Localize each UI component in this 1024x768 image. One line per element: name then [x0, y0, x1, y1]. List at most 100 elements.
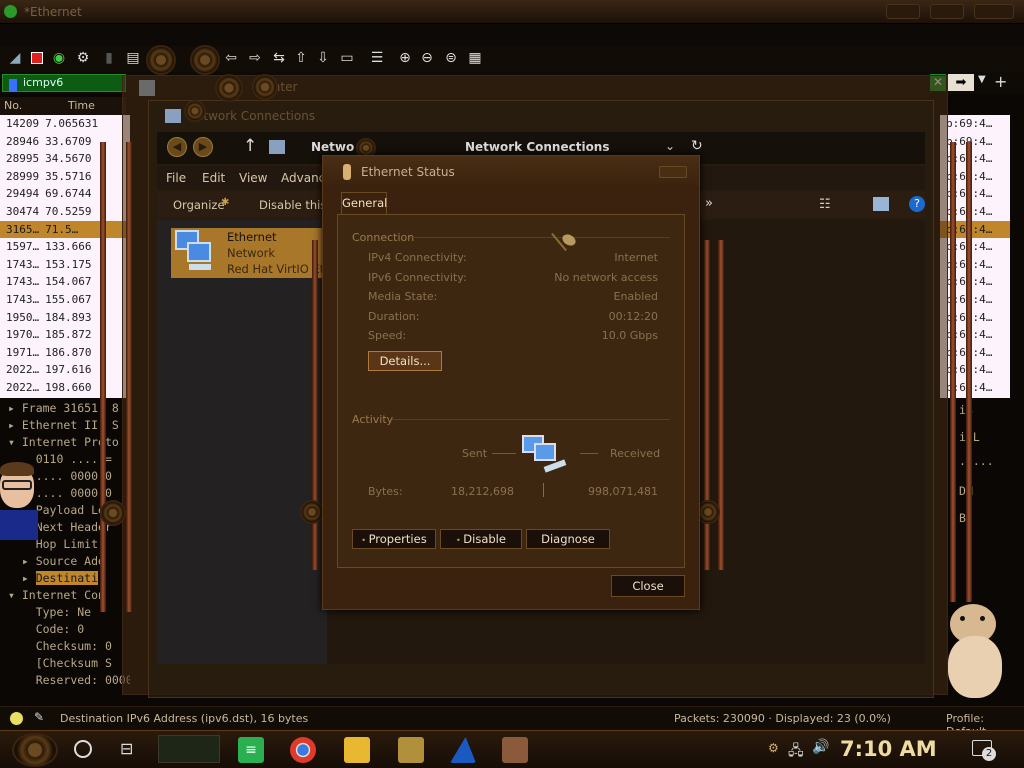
- capture-options-icon[interactable]: ⚙: [74, 49, 92, 67]
- dialog-close-button[interactable]: [659, 166, 687, 178]
- shark-fin-icon[interactable]: ◢: [6, 49, 24, 67]
- table-row[interactable]: 3165… 71.5…: [0, 220, 130, 239]
- change-view-icon[interactable]: ☷: [819, 197, 831, 212]
- tree-expander-icon[interactable]: ▸: [8, 401, 22, 415]
- start-button-icon[interactable]: [12, 733, 58, 767]
- menu-view[interactable]: View: [239, 171, 267, 185]
- minimize-button[interactable]: [886, 4, 920, 19]
- tray-gear-icon[interactable]: ⚙: [768, 741, 779, 755]
- table-row[interactable]: 1950… 184.893: [0, 309, 130, 327]
- table-row[interactable]: 14209 7.065631: [0, 115, 130, 133]
- task-view-icon[interactable]: ⊟: [120, 739, 133, 758]
- go-back-icon[interactable]: ⇦: [222, 49, 240, 67]
- menu-file[interactable]: File: [166, 171, 186, 185]
- up-button-icon[interactable]: ↑: [243, 136, 257, 156]
- preview-pane-icon[interactable]: [873, 197, 889, 211]
- add-filter-button-icon[interactable]: +: [994, 72, 1010, 92]
- details-button[interactable]: Details...: [368, 351, 442, 371]
- taskbar-clock[interactable]: 7:10 AM: [840, 737, 937, 761]
- wireshark-fin-icon[interactable]: [450, 737, 476, 763]
- bookmark-icon[interactable]: [9, 79, 17, 92]
- detail-row[interactable]: Reserved: 00000: [0, 672, 130, 689]
- detail-row[interactable]: ▸ Frame 31651: 8: [0, 400, 130, 417]
- chrome-icon[interactable]: [290, 737, 316, 763]
- table-row[interactable]: 2022… 197.616: [0, 361, 130, 379]
- tree-expander-icon[interactable]: [8, 673, 36, 687]
- table-row[interactable]: 28995 34.5670: [0, 150, 130, 168]
- menu-edit[interactable]: Edit: [202, 171, 225, 185]
- more-commands-chevron-icon[interactable]: »: [705, 196, 713, 211]
- table-row[interactable]: 1971… 186.870: [0, 344, 130, 362]
- table-row[interactable]: 1970… 185.872: [0, 326, 130, 344]
- autoscroll-icon[interactable]: ▭: [338, 49, 356, 67]
- detail-row[interactable]: [Checksum S: [0, 655, 130, 672]
- col-time[interactable]: Time: [68, 99, 95, 112]
- table-row[interactable]: 1743… 153.175: [0, 256, 130, 274]
- last-packet-icon[interactable]: ⇩: [314, 49, 332, 67]
- detail-row[interactable]: ▾ Internet Con: [0, 587, 130, 604]
- detail-row[interactable]: Code: 0: [0, 621, 130, 638]
- help-icon[interactable]: ?: [909, 196, 925, 212]
- tree-expander-icon[interactable]: [8, 639, 36, 653]
- detail-row[interactable]: ▾ Internet Proto: [0, 434, 130, 451]
- maximize-button[interactable]: [930, 4, 964, 19]
- go-forward-icon[interactable]: ⇨: [246, 49, 264, 67]
- zoom-out-icon[interactable]: ⊖: [418, 49, 436, 67]
- tree-expander-icon[interactable]: [8, 656, 36, 670]
- app-icon-character[interactable]: [502, 737, 528, 763]
- table-row[interactable]: 1743… 154.067: [0, 273, 130, 291]
- normal-size-icon[interactable]: ⊜: [442, 49, 460, 67]
- detail-row[interactable]: Checksum: 0: [0, 638, 130, 655]
- properties-button[interactable]: • Properties: [352, 529, 436, 549]
- organize-button[interactable]: Organize: [173, 198, 225, 212]
- colorize-icon[interactable]: ☰: [368, 49, 386, 67]
- app-icon-tribal[interactable]: [398, 737, 424, 763]
- display-filter-input[interactable]: icmpv6: [2, 74, 126, 92]
- table-row[interactable]: 28946 33.6709: [0, 133, 130, 151]
- go-to-packet-icon[interactable]: ⇆: [270, 49, 288, 67]
- save-file-icon[interactable]: ▤: [124, 49, 142, 67]
- table-row[interactable]: 2022… 198.660: [0, 379, 130, 397]
- forward-button-icon[interactable]: ▶: [193, 137, 213, 157]
- stop-capture-icon[interactable]: [28, 49, 46, 67]
- close-window-button[interactable]: [974, 4, 1014, 19]
- table-row[interactable]: 29494 69.6744: [0, 185, 130, 203]
- tree-expander-icon[interactable]: [8, 622, 36, 636]
- col-no[interactable]: No.: [4, 99, 22, 112]
- tree-expander-icon[interactable]: ▸: [8, 418, 22, 432]
- back-button-icon[interactable]: ◀: [167, 137, 187, 157]
- network-tray-icon[interactable]: 🖧: [788, 740, 804, 764]
- restart-capture-icon[interactable]: ◉: [50, 49, 68, 67]
- nc-breadcrumb[interactable]: Network Connections: [465, 140, 610, 154]
- tree-expander-icon[interactable]: ▾: [8, 588, 22, 602]
- expert-info-icon[interactable]: [10, 712, 23, 725]
- filter-history-chevron-icon[interactable]: ▼: [978, 74, 990, 91]
- detail-row[interactable]: ▸ Ethernet II, S: [0, 417, 130, 434]
- notes-app-icon[interactable]: ≡: [238, 737, 264, 763]
- zoom-in-icon[interactable]: ⊕: [396, 49, 414, 67]
- capture-comment-icon[interactable]: ✎: [34, 710, 44, 724]
- tab-general[interactable]: General: [341, 192, 387, 214]
- address-dropdown-chevron-icon[interactable]: ⌄: [665, 139, 675, 153]
- tree-expander-icon[interactable]: [8, 605, 36, 619]
- table-row[interactable]: 1743… 155.067: [0, 291, 130, 309]
- cortana-search-icon[interactable]: [74, 740, 92, 758]
- refresh-icon[interactable]: ↻: [691, 138, 703, 154]
- taskbar-search-box[interactable]: [158, 735, 220, 763]
- table-row[interactable]: 1597… 133.666: [0, 238, 130, 256]
- apply-filter-icon[interactable]: ➡: [948, 74, 974, 91]
- table-row-right[interactable]: b:69:4…: [940, 115, 1010, 133]
- file-explorer-icon[interactable]: [344, 737, 370, 763]
- open-file-icon[interactable]: ▮: [100, 49, 118, 67]
- diagnose-button[interactable]: Diagnose: [526, 529, 610, 549]
- resize-columns-icon[interactable]: ▦: [466, 49, 484, 67]
- volume-tray-icon[interactable]: 🔊: [812, 739, 829, 755]
- table-row[interactable]: 28999 35.5716: [0, 168, 130, 186]
- organize-chevron-icon[interactable]: ✱: [221, 197, 229, 208]
- close-button[interactable]: Close: [611, 575, 685, 597]
- table-row[interactable]: 30474 70.5259: [0, 203, 130, 221]
- disable-button[interactable]: • Disable: [440, 529, 522, 549]
- detail-row[interactable]: Type: Ne: [0, 604, 130, 621]
- nc-breadcrumb-prefix[interactable]: Netwo: [311, 140, 354, 154]
- first-packet-icon[interactable]: ⇧: [292, 49, 310, 67]
